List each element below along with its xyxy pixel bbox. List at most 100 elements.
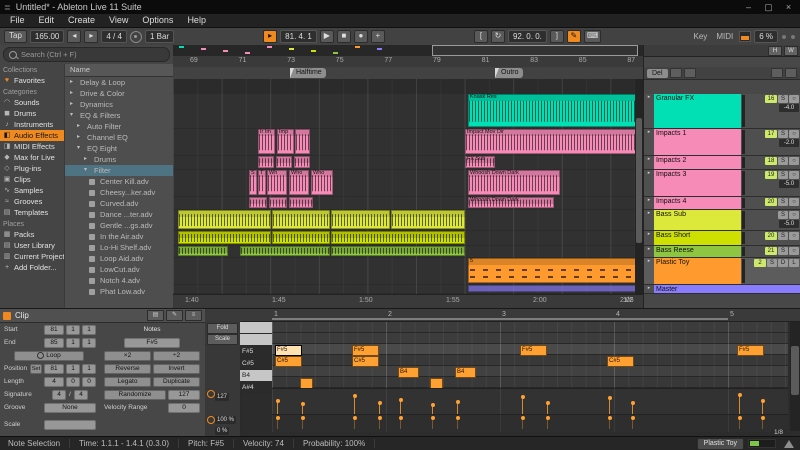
sidebar-item-samples[interactable]: ∿Samples [0, 185, 64, 196]
nudge-down-button[interactable]: ◂ [67, 30, 81, 43]
clip-start-beat[interactable]: 1 [66, 325, 80, 335]
sidebar-item-plug-ins[interactable]: ◇Plug-ins [0, 163, 64, 174]
velocity-stem[interactable] [277, 401, 278, 415]
sidebar-item-templates[interactable]: ▤Templates [0, 207, 64, 218]
menu-options[interactable]: Options [135, 14, 180, 27]
track-unfold-icon[interactable]: ▸ [644, 285, 654, 293]
loop-button[interactable]: ↻ [491, 30, 505, 43]
solo-button[interactable]: S [778, 211, 788, 219]
track-header-granular-fx[interactable]: ▸Granular FX16S○-4.0 [644, 94, 800, 129]
arm-button[interactable]: D [778, 259, 788, 267]
chance-marker[interactable] [631, 416, 635, 420]
track-activator[interactable]: 19 [765, 171, 777, 179]
note-grid[interactable]: F#5F#5F#5F#5C#5C#5C#5B4B4 [272, 322, 788, 388]
fold-button[interactable]: Fold [207, 323, 238, 334]
sidebar-item-favorites[interactable]: ♥Favorites [0, 75, 64, 86]
expanded-icon[interactable]: ▾ [75, 143, 82, 154]
arm-button[interactable]: ○ [789, 157, 799, 165]
duplicate-button[interactable]: Duplicate [153, 377, 200, 387]
stop-button[interactable]: ■ [337, 30, 351, 43]
track-lane-impacts-3[interactable]: STWhWhoWhoWhoosh Down Dark [173, 170, 635, 196]
chance-marker[interactable] [456, 416, 460, 420]
sidebar-item-packs[interactable]: ▦Packs [0, 229, 64, 240]
close-button[interactable]: × [781, 0, 796, 14]
search-input[interactable]: Search (Ctrl + F) [3, 47, 170, 62]
minimize-button[interactable]: – [741, 0, 756, 14]
track-header-plastic-toy[interactable]: ▸Plastic Toy2SDL [644, 258, 800, 285]
velocity-stem[interactable] [609, 398, 610, 415]
sidebar-item-midi-effects[interactable]: ◨MIDI Effects [0, 141, 64, 152]
arm-button[interactable]: L [789, 259, 799, 267]
velocity-marker[interactable] [521, 395, 525, 399]
midi-note-f-5[interactable]: F#5 [352, 345, 379, 356]
locator-halftime[interactable]: Halftime [290, 68, 326, 78]
clip-t[interactable]: T [258, 170, 266, 195]
solo-button[interactable]: S [778, 171, 788, 179]
track-lane-master[interactable] [173, 285, 635, 293]
clip-loop-toggle[interactable]: Loop [14, 351, 84, 361]
midi-note-c-5[interactable]: C#5 [607, 356, 634, 367]
velocity-marker[interactable] [378, 401, 382, 405]
delete-locator-button[interactable]: Del [647, 69, 668, 78]
clip-master[interactable] [468, 285, 638, 292]
sidebar-item-current-project[interactable]: ▥Current Project [0, 251, 64, 262]
track-unfold-icon[interactable]: ▸ [644, 94, 654, 128]
loop-length-field[interactable]: 92. 0. 0. [508, 30, 547, 43]
track-lane-impacts-1[interactable]: Ir ImImpImpact Mov Dir [173, 129, 635, 155]
invert-button[interactable]: Invert [153, 364, 200, 374]
clip-end-beat[interactable]: 1 [66, 338, 80, 348]
track-unfold-icon[interactable]: ▸ [644, 231, 654, 245]
clip-5[interactable]: 5 [468, 258, 638, 283]
track-unfold-icon[interactable]: ▸ [644, 170, 654, 196]
clip-who[interactable]: Who [289, 170, 309, 195]
track-unfold-icon[interactable]: ▸ [644, 246, 654, 257]
velocity-marker[interactable] [738, 393, 742, 397]
locator-next-icon[interactable] [684, 68, 696, 78]
track-lane-plastic-toy[interactable]: 5 [173, 258, 635, 284]
quantization-menu[interactable]: 1 Bar [145, 30, 174, 43]
overdub-button[interactable]: + [371, 30, 385, 43]
menu-view[interactable]: View [102, 14, 135, 27]
randomize-amount-field[interactable]: 127 [168, 390, 200, 400]
tree-item-cheesy-ker-adv[interactable]: Cheesy...ker.adv [65, 187, 173, 198]
track-header-bass-reese[interactable]: ▸Bass Reese21S○ [644, 246, 800, 258]
collapsed-icon[interactable]: ▸ [75, 132, 82, 143]
velocity-stem[interactable] [739, 395, 740, 415]
arm-button[interactable]: ○ [789, 171, 799, 179]
clip-impacts-4[interactable] [269, 197, 287, 208]
expanded-icon[interactable]: ▾ [68, 110, 75, 121]
midi-note-b4[interactable]: B4 [455, 367, 476, 378]
track-unfold-icon[interactable]: ▸ [644, 197, 654, 209]
track-volume-field[interactable]: -5.0 [779, 180, 799, 188]
half-tempo-button[interactable]: ÷2 [153, 351, 200, 361]
clip-whoosh-down-dark[interactable]: Whoosh Down Dark [468, 170, 560, 195]
arm-button[interactable]: ○ [789, 130, 799, 138]
track-lane-bass-reese[interactable] [173, 246, 635, 257]
clip-bass-short[interactable] [331, 231, 465, 244]
editor-vertical-scrollbar[interactable] [790, 322, 800, 431]
clip-length-bar[interactable]: 4 [44, 377, 64, 387]
clip-imp[interactable]: Imp [277, 129, 294, 154]
clip-impacts-2[interactable] [276, 156, 292, 168]
piano-key-a-4[interactable]: A#4 [240, 382, 272, 394]
chance-marker[interactable] [546, 416, 550, 420]
track-activator[interactable]: 20 [765, 198, 777, 206]
key-map-button[interactable]: Key [691, 32, 711, 41]
track-activator[interactable]: 18 [765, 157, 777, 165]
editor-beat-ruler[interactable]: 12345 [205, 309, 800, 322]
play-button[interactable]: ▶ [320, 30, 334, 43]
metronome-toggle[interactable] [130, 31, 142, 43]
midi-note[interactable] [430, 378, 443, 388]
chance-marker[interactable] [399, 416, 403, 420]
track-activator[interactable]: 2 [754, 259, 766, 267]
tree-item-channel-eq[interactable]: ▸Channel EQ [65, 132, 173, 143]
double-tempo-button[interactable]: ×2 [104, 351, 151, 361]
clip-bass-sub[interactable] [331, 210, 390, 229]
clip-signature-numerator[interactable]: 4 [52, 390, 66, 400]
chance-marker[interactable] [761, 416, 765, 420]
track-activator[interactable]: 16 [765, 95, 777, 103]
velocity-marker[interactable] [546, 401, 550, 405]
tree-item-drive-color[interactable]: ▸Drive & Color [65, 88, 173, 99]
arm-button[interactable]: ○ [789, 232, 799, 240]
tree-item-drums[interactable]: ▸Drums [65, 154, 173, 165]
